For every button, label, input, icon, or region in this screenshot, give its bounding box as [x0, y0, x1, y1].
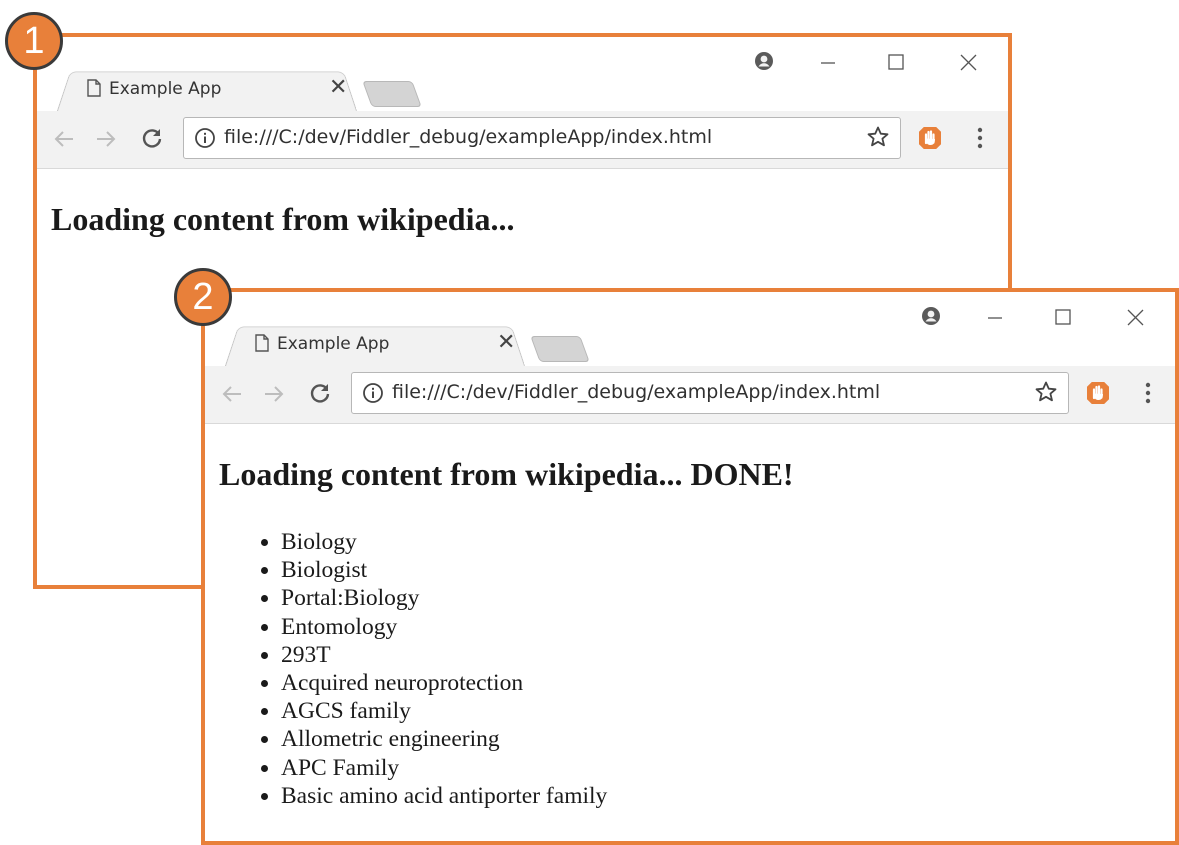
- page-heading: Loading content from wikipedia... DONE!: [219, 456, 794, 492]
- extension-hand-icon[interactable]: [1083, 378, 1113, 408]
- bookmark-star-icon[interactable]: [1034, 380, 1058, 404]
- tab-title: Example App: [109, 79, 222, 99]
- page-icon: [87, 79, 101, 97]
- browser-toolbar: file:///C:/dev/Fiddler_debug/exampleApp/…: [37, 111, 1008, 169]
- list-item: Biologist: [281, 556, 607, 584]
- minimize-icon[interactable]: [808, 43, 848, 77]
- step-badge-2: 2: [174, 268, 232, 326]
- page-heading: Loading content from wikipedia...: [51, 201, 515, 237]
- browser-chrome: Example App ✕ file:///C:/dev/Fiddler_deb…: [37, 37, 1008, 169]
- list-item: AGCS family: [281, 697, 607, 725]
- menu-dots-icon[interactable]: [973, 125, 987, 151]
- maximize-icon[interactable]: [876, 43, 916, 77]
- new-tab-button[interactable]: [530, 336, 590, 362]
- article-list: Biology Biologist Portal:Biology Entomol…: [241, 528, 607, 810]
- close-window-icon[interactable]: [1115, 298, 1155, 332]
- list-item: Allometric engineering: [281, 725, 607, 753]
- browser-window-2: Example App ✕ file:///C:/dev/Fiddler_deb…: [201, 288, 1179, 845]
- url-text[interactable]: file:///C:/dev/Fiddler_debug/exampleApp/…: [224, 126, 712, 148]
- tab-content[interactable]: Example App ✕: [77, 76, 357, 111]
- tab-content[interactable]: Example App ✕: [245, 331, 525, 366]
- profile-icon[interactable]: [921, 306, 941, 326]
- extension-hand-icon[interactable]: [915, 123, 945, 153]
- list-item: Basic amino acid antiporter family: [281, 782, 607, 810]
- info-icon[interactable]: [194, 127, 216, 149]
- list-item: Portal:Biology: [281, 584, 607, 612]
- reload-icon[interactable]: [307, 381, 333, 407]
- profile-icon[interactable]: [754, 51, 774, 71]
- reload-icon[interactable]: [139, 126, 165, 152]
- list-item: APC Family: [281, 754, 607, 782]
- list-item: Acquired neuroprotection: [281, 669, 607, 697]
- new-tab-button[interactable]: [362, 81, 422, 107]
- forward-arrow-icon[interactable]: [93, 126, 119, 152]
- address-bar[interactable]: file:///C:/dev/Fiddler_debug/exampleApp/…: [183, 117, 901, 159]
- list-item: 293T: [281, 641, 607, 669]
- close-window-icon[interactable]: [948, 43, 988, 77]
- list-item: Biology: [281, 528, 607, 556]
- page-icon: [255, 334, 269, 352]
- tab-close-icon[interactable]: ✕: [329, 76, 347, 100]
- back-arrow-icon[interactable]: [51, 126, 77, 152]
- browser-chrome: Example App ✕ file:///C:/dev/Fiddler_deb…: [205, 292, 1175, 424]
- back-arrow-icon[interactable]: [219, 381, 245, 407]
- forward-arrow-icon[interactable]: [261, 381, 287, 407]
- url-text[interactable]: file:///C:/dev/Fiddler_debug/exampleApp/…: [392, 381, 880, 403]
- minimize-icon[interactable]: [975, 298, 1015, 332]
- info-icon[interactable]: [362, 382, 384, 404]
- menu-dots-icon[interactable]: [1141, 380, 1155, 406]
- maximize-icon[interactable]: [1043, 298, 1083, 332]
- list-item: Entomology: [281, 613, 607, 641]
- tab-close-icon[interactable]: ✕: [497, 331, 515, 355]
- page-content: Loading content from wikipedia... DONE! …: [205, 424, 1175, 841]
- tab-strip: Example App ✕: [205, 292, 1175, 366]
- browser-toolbar: file:///C:/dev/Fiddler_debug/exampleApp/…: [205, 366, 1175, 424]
- tab-title: Example App: [277, 334, 390, 354]
- bookmark-star-icon[interactable]: [866, 125, 890, 149]
- tab-strip: Example App ✕: [37, 37, 1008, 111]
- address-bar[interactable]: file:///C:/dev/Fiddler_debug/exampleApp/…: [351, 372, 1069, 414]
- step-badge-1: 1: [5, 12, 63, 70]
